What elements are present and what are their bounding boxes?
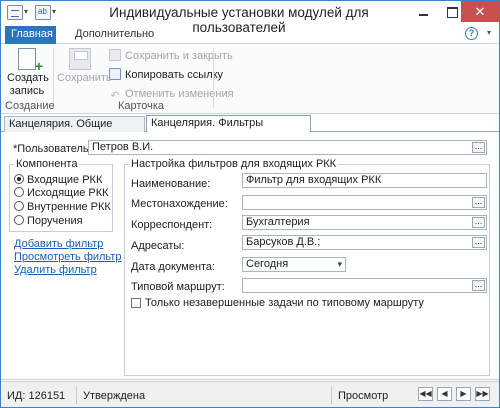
location-field[interactable]: ... [242, 195, 487, 210]
select-correspondent-button[interactable]: ... [472, 217, 485, 228]
save-label: Сохранить [57, 72, 112, 84]
tab-additional[interactable]: Дополнительно [69, 26, 160, 45]
record-id: ИД: 126151 [7, 390, 66, 402]
save-and-close-button[interactable]: Сохранить и закрыть [109, 49, 233, 64]
floppy-disk-icon [69, 48, 91, 70]
group-label-card: Карточка [117, 100, 165, 112]
group-divider [53, 48, 54, 108]
copy-link-label: Копировать ссылку [125, 69, 224, 81]
save-button[interactable]: Сохранить [57, 48, 112, 85]
radio-incoming-label: Входящие РКК [27, 174, 103, 186]
close-button[interactable]: ✕ [461, 1, 499, 22]
user-label: *Пользователь: [13, 143, 92, 155]
route-field[interactable]: ... [242, 278, 487, 293]
save-close-label: Сохранить и закрыть [125, 50, 233, 62]
addressees-label: Адресаты: [131, 240, 185, 252]
select-addressees-button[interactable]: ... [472, 237, 485, 248]
save-close-icon [109, 49, 121, 61]
tab-general-settings[interactable]: Канцелярия. Общие настройки [4, 116, 145, 145]
only-unfinished-checkbox[interactable] [131, 298, 141, 308]
view-filter-link[interactable]: Просмотреть фильтр [14, 251, 121, 263]
location-label: Местонахождение: [131, 198, 228, 210]
doc-date-select[interactable]: Сегодня ▾ [242, 257, 346, 272]
help-icon[interactable]: ? [465, 27, 478, 40]
radio-icon [14, 187, 24, 197]
component-group-title: Компонента [14, 158, 80, 170]
user-value: Петров В.И. [92, 141, 154, 153]
status-bar: ИД: 126151 Утверждена Просмотр ◀◀ ◀ ▶ ▶▶ [1, 381, 499, 407]
route-label: Типовой маршрут: [131, 281, 225, 293]
correspondent-label: Корреспондент: [131, 219, 213, 231]
quick-access-abc-icon[interactable] [35, 5, 51, 20]
addressees-field[interactable]: Барсуков Д.В.; ... [242, 235, 487, 250]
quick-access-customize-icon[interactable]: ▾ [52, 7, 56, 16]
radio-outgoing[interactable]: Исходящие РКК [14, 187, 109, 201]
doc-date-value: Сегодня [246, 258, 289, 270]
app-window: ▾ ▾ Индивидуальные установки модулей для… [0, 0, 500, 408]
ribbon-panel: Создать запись Сохранить Сохранить и зак… [1, 44, 499, 114]
chevron-down-icon[interactable]: ▾ [337, 258, 342, 271]
correspondent-value: Бухгалтерия [246, 216, 310, 228]
component-group: Компонента Входящие РКК Исходящие РКК Вн… [9, 158, 113, 232]
copy-link-button[interactable]: Копировать ссылку [109, 68, 223, 83]
radio-icon [14, 215, 24, 225]
filters-group-title: Настройка фильтров для входящих РКК [129, 158, 339, 170]
select-user-button[interactable]: ... [472, 142, 485, 153]
ribbon-options-icon[interactable]: ▾ [487, 28, 491, 37]
user-field[interactable]: Петров В.И. ... [88, 140, 487, 155]
ribbon-tabs: Главная Дополнительно [1, 25, 499, 45]
group-divider [213, 48, 214, 108]
name-label: Наименование: [131, 178, 211, 190]
create-label-line2: запись [9, 85, 45, 97]
content-tabs: Канцелярия. Общие настройки Канцелярия. … [1, 114, 499, 145]
add-filter-link[interactable]: Добавить фильтр [14, 238, 103, 250]
addressees-value: Барсуков Д.В.; [246, 236, 321, 248]
view-mode: Просмотр [338, 390, 389, 402]
only-unfinished-label: Только незавершенные задачи по типовому … [145, 297, 424, 309]
radio-icon [14, 201, 24, 211]
prev-record-button[interactable]: ◀ [437, 387, 452, 401]
radio-internal-label: Внутренние РКК [27, 201, 111, 213]
doc-date-label: Дата документа: [131, 261, 216, 273]
tab-home[interactable]: Главная [5, 26, 56, 45]
select-route-button[interactable]: ... [472, 280, 485, 291]
create-record-button[interactable]: Создать запись [7, 48, 49, 98]
status-divider [331, 386, 332, 404]
delete-filter-link[interactable]: Удалить фильтр [14, 264, 97, 276]
cancel-changes-label: Отменить изменения [125, 88, 234, 100]
radio-orders-label: Поручения [27, 215, 83, 227]
tab-reference-filters[interactable]: Канцелярия. Фильтры справочников [146, 115, 311, 144]
radio-incoming[interactable]: Входящие РКК [14, 174, 102, 188]
minimize-button[interactable] [411, 1, 437, 22]
radio-orders[interactable]: Поручения [14, 215, 83, 229]
select-location-button[interactable]: ... [472, 197, 485, 208]
name-field[interactable]: Фильтр для входящих РКК [242, 173, 487, 188]
last-record-button[interactable]: ▶▶ [475, 387, 490, 401]
new-record-icon [18, 48, 43, 73]
quick-access-dropdown-icon[interactable]: ▾ [24, 7, 28, 16]
group-label-create: Создание [5, 100, 55, 112]
radio-internal[interactable]: Внутренние РКК [14, 201, 111, 215]
quick-access-save-icon[interactable] [7, 5, 23, 20]
radio-outgoing-label: Исходящие РКК [27, 187, 109, 199]
first-record-button[interactable]: ◀◀ [418, 387, 433, 401]
record-state: Утверждена [83, 390, 146, 402]
copy-link-icon [109, 68, 121, 80]
radio-selected-icon [14, 174, 24, 184]
correspondent-field[interactable]: Бухгалтерия ... [242, 215, 487, 230]
title-bar: ▾ ▾ Индивидуальные установки модулей для… [1, 1, 499, 35]
next-record-button[interactable]: ▶ [456, 387, 471, 401]
status-divider [76, 386, 77, 404]
name-value: Фильтр для входящих РКК [246, 174, 382, 186]
